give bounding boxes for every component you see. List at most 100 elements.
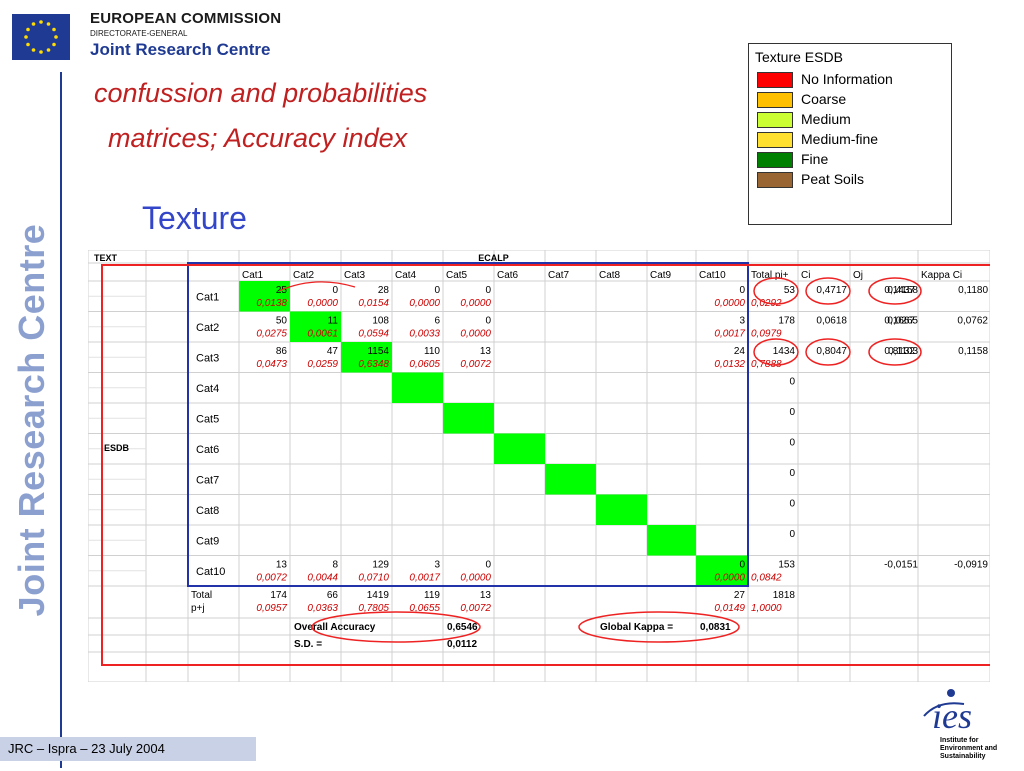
total-count: 1419 [367,590,390,601]
eu-stars-icon [24,20,58,54]
prob-cell: 0,0000 [460,329,491,340]
row-total: 0 [789,529,795,540]
column-header: Ci [801,270,810,281]
kappa-oj-cell: 0,1180 [958,285,988,296]
kappa-oj-cell: 0,0762 [957,316,988,327]
total-label: Total [191,590,212,601]
count-cell: 11 [328,316,339,327]
ci-cell: 0,4717 [816,285,847,296]
kappa-oj-cell: 0,1158 [958,346,988,357]
count-cell: 0 [434,285,440,296]
count-cell: 13 [480,346,492,357]
row-label: Cat1 [196,291,219,303]
kappa-ci-cell: 0,4158 [887,285,918,296]
row-label: Cat4 [196,383,219,395]
column-header: Cat5 [446,270,468,281]
count-cell: 13 [276,560,288,571]
diagonal-cell [545,464,596,495]
row-total: 0 [789,468,795,479]
prob-cell: 0,0000 [409,298,440,309]
slide-title-line1: confussion and probabilities [94,78,428,108]
total-count: 13 [480,590,492,601]
diagonal-cell [596,494,647,525]
prob-cell: 0,0259 [307,359,338,370]
column-header: Cat10 [699,270,726,281]
row-total-prob: 0,0979 [751,329,782,340]
slide-title-line2: matrices; Accuracy index [108,123,408,153]
count-cell: 0 [485,316,491,327]
legend-swatch [757,72,793,88]
footer-text: JRC – Ispra – 23 July 2004 [8,741,165,756]
org-dg: DIRECTORATE-GENERAL [90,29,188,38]
row-label: Cat3 [196,352,219,364]
diagonal-cell [647,525,696,556]
kappa-oj-cell: -0,0919 [954,560,988,571]
ci-cell: 0,0618 [816,316,847,327]
column-header: Cat6 [497,270,519,281]
row-label: Cat7 [196,474,219,486]
row-total: 0 [789,438,795,449]
prob-cell: 0,0138 [256,298,287,309]
count-cell: 28 [378,285,390,296]
row-total: 0 [789,499,795,510]
count-cell: 110 [424,346,440,357]
eu-flag-logo [12,14,70,60]
column-header: Kappa Ci [921,270,962,281]
ies-line1: Institute for [940,737,979,744]
texture-legend: Texture ESDB No Information Coarse Mediu… [748,43,952,225]
row-total: 0 [789,407,795,418]
count-cell: 129 [372,560,389,571]
count-cell: 3 [739,316,745,327]
prob-cell: 0,0017 [714,329,745,340]
vertical-brand-label: Joint Research Centre [11,223,52,617]
column-header: Cat2 [293,270,315,281]
slide-subtitle: Texture [142,200,247,236]
legend-swatch [757,172,793,188]
row-label: Cat10 [196,566,225,578]
count-cell: 0 [485,285,491,296]
footer-bar: JRC – Ispra – 23 July 2004 [0,737,256,761]
global-kappa-value: 0,0831 [700,622,731,633]
total-count: 66 [327,590,339,601]
prob-cell: 0,0072 [460,359,491,370]
prob-cell: 0,0000 [307,298,338,309]
left-header-label: ESDB [104,443,130,453]
kappa-ci-cell: 0,1103 [888,346,918,357]
row-total-prob: 0,0842 [751,573,782,584]
row-label: Cat6 [196,444,219,456]
sd-label: S.D. = [294,639,322,650]
row-total: 178 [778,316,795,327]
count-cell: 6 [434,316,440,327]
total-count: 27 [734,590,746,601]
row-total: 1434 [773,346,796,357]
total-prob: 0,0363 [307,603,338,614]
ci-cell: 0,8047 [816,346,847,357]
vertical-divider [60,72,62,768]
total-count: 174 [270,590,287,601]
prob-cell: 0,0594 [358,329,389,340]
count-cell: 0 [485,560,491,571]
prob-cell: 0,0605 [409,359,440,370]
count-cell: 1154 [367,346,389,357]
row-total: 153 [778,560,795,571]
prob-cell: 0,0000 [714,298,745,309]
prob-cell: 0,0275 [256,329,287,340]
count-cell: 50 [276,316,288,327]
row-total: 0 [789,377,795,388]
count-cell: 86 [276,346,288,357]
legend-swatch [757,112,793,128]
legend-swatch [757,92,793,108]
org-jrc: Joint Research Centre [90,40,271,59]
prob-cell: 0,0473 [256,359,287,370]
prob-cell: 0,6348 [358,359,389,370]
row-total: 53 [784,285,796,296]
count-cell: 3 [434,560,440,571]
kappa-ci-cell: 0,0265 [887,316,918,327]
count-cell: 0 [332,285,338,296]
overall-accuracy-label: Overall Accuracy [294,622,376,633]
total-count: 119 [424,590,440,601]
prob-cell: 0,0072 [256,573,287,584]
column-header: Cat7 [548,270,570,281]
count-cell: 47 [327,346,339,357]
diagonal-cell [392,372,443,403]
